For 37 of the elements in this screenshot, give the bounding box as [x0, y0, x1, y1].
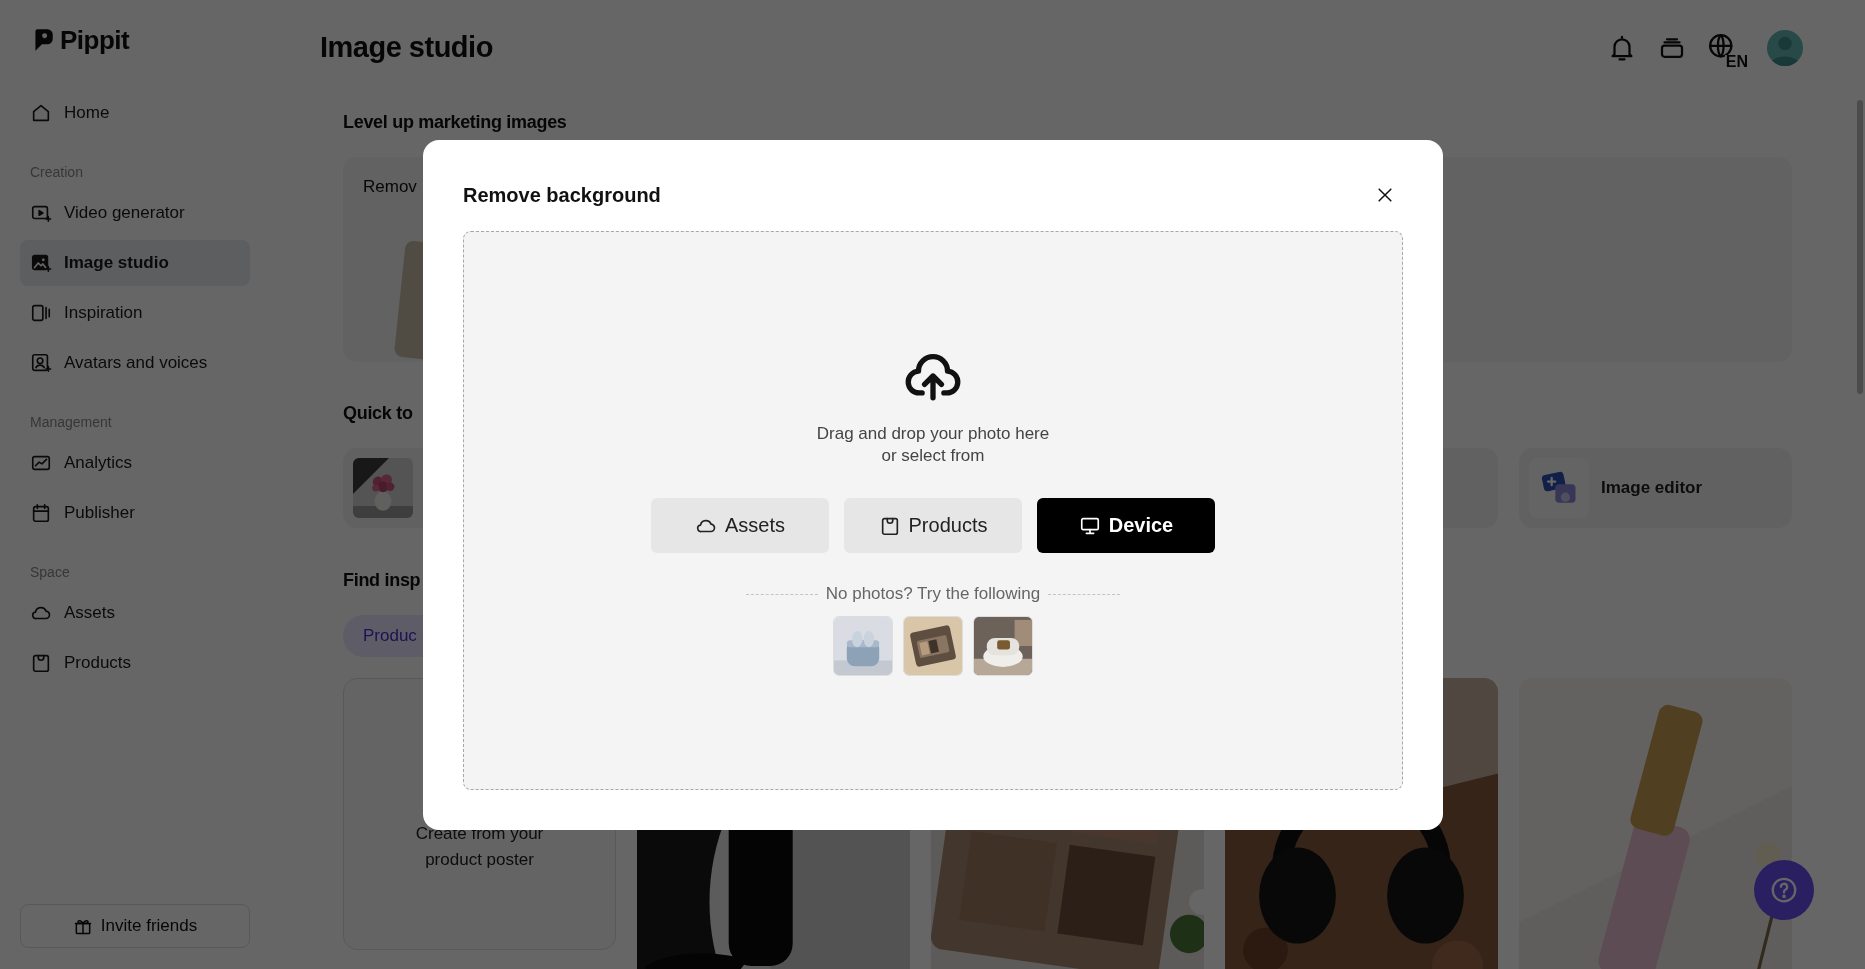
- dialog-title: Remove background: [463, 183, 661, 207]
- source-button[interactable]: Device: [1037, 498, 1215, 553]
- samples-label: No photos? Try the following: [825, 583, 1041, 605]
- sidebar-item[interactable]: Image studio: [20, 240, 250, 286]
- sidebar-item[interactable]: Video generator: [20, 190, 250, 236]
- sidebar-item[interactable]: Inspiration: [20, 290, 250, 336]
- sidebar-item[interactable]: Products: [20, 640, 250, 686]
- sidebar-item[interactable]: Publisher: [20, 490, 250, 536]
- bag-icon: [30, 652, 52, 674]
- page-title: Image studio: [320, 31, 493, 64]
- language-label: EN: [1724, 54, 1749, 68]
- section-heading: Quick to: [343, 402, 413, 425]
- sidebar-item[interactable]: Avatars and voices: [20, 340, 250, 386]
- scrollbar[interactable]: [1857, 100, 1863, 394]
- help-button[interactable]: [1754, 860, 1814, 920]
- avatar-icon: [30, 352, 52, 374]
- help-icon: [1769, 875, 1799, 905]
- image-icon: [30, 252, 52, 274]
- sidebar-item[interactable]: Home: [20, 90, 250, 136]
- avatar-icon: [1767, 29, 1803, 66]
- card-title: Remov: [363, 177, 417, 197]
- tool-card[interactable]: Image editor: [1519, 448, 1792, 528]
- sidebar-item[interactable]: Assets: [20, 590, 250, 636]
- drop-zone[interactable]: Drag and drop your photo here or select from Assets Products Device No photos? Try the following: [463, 231, 1403, 790]
- inspiration-icon: [30, 302, 52, 324]
- calendar-icon: [30, 502, 52, 524]
- source-button[interactable]: Products: [844, 498, 1022, 553]
- home-icon: [30, 102, 52, 124]
- tool-name: Image editor: [1601, 478, 1703, 498]
- drop-instructions: Drag and drop your photo here or select from: [816, 423, 1050, 467]
- sidebar-item[interactable]: Analytics: [20, 440, 250, 486]
- section-heading: Level up marketing images: [343, 111, 567, 134]
- card-label: Create from your product poster: [414, 823, 545, 871]
- source-button[interactable]: Assets: [651, 498, 829, 553]
- section-heading: Find insp: [343, 569, 421, 592]
- invite-button[interactable]: Invite friends: [20, 904, 250, 948]
- logo-text: Pippit: [60, 24, 130, 56]
